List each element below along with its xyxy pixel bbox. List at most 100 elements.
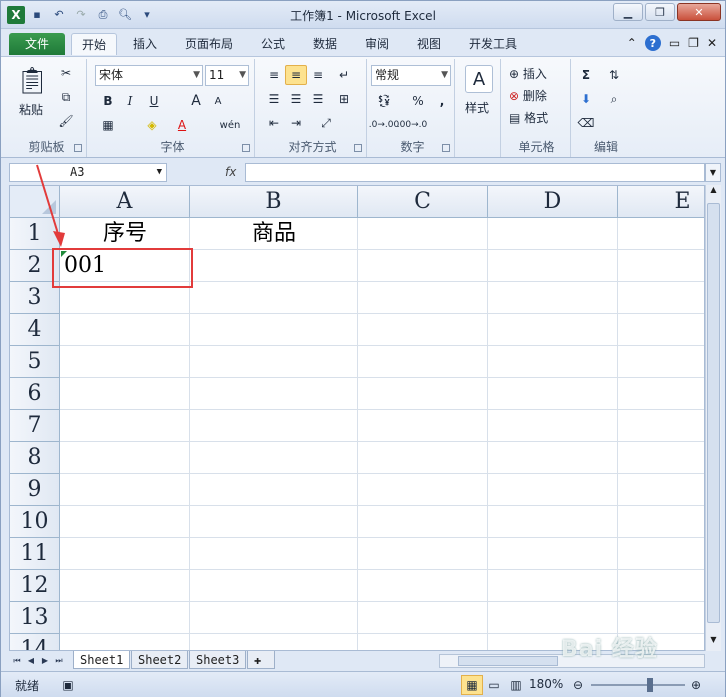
grid-cell[interactable] bbox=[618, 570, 704, 602]
accounting-format-icon[interactable]: 💱︎ bbox=[373, 91, 395, 111]
prev-sheet-icon[interactable]: ◀ bbox=[25, 654, 37, 668]
grid-cell[interactable] bbox=[618, 378, 704, 410]
grid-cell[interactable] bbox=[60, 282, 190, 314]
grid-cell[interactable] bbox=[488, 250, 618, 282]
align-center-icon[interactable]: ☰ bbox=[285, 89, 307, 109]
grid-cell[interactable] bbox=[618, 442, 704, 474]
grid-cell[interactable] bbox=[358, 538, 488, 570]
grid-cell[interactable] bbox=[190, 410, 358, 442]
close-button[interactable]: ✕ bbox=[677, 3, 721, 21]
first-sheet-icon[interactable]: ⏮ bbox=[11, 654, 23, 668]
increase-decimal-icon[interactable]: .0→.00 bbox=[369, 115, 399, 135]
minimize-button[interactable]: ▁ bbox=[613, 3, 643, 21]
alignment-launcher-icon[interactable] bbox=[354, 144, 362, 152]
row-header-6[interactable]: 6 bbox=[10, 378, 60, 410]
grid-cell[interactable] bbox=[60, 346, 190, 378]
copy-icon[interactable]: ⧉ bbox=[55, 87, 77, 107]
grid-cell[interactable] bbox=[358, 602, 488, 634]
row-header-13[interactable]: 13 bbox=[10, 602, 60, 634]
grid-cell[interactable] bbox=[60, 538, 190, 570]
grid-cell[interactable] bbox=[190, 346, 358, 378]
grid-cell[interactable] bbox=[60, 506, 190, 538]
comma-button[interactable]: , bbox=[431, 91, 453, 111]
grid-cell[interactable] bbox=[60, 602, 190, 634]
scroll-thumb[interactable] bbox=[707, 203, 720, 623]
row-header-2[interactable]: 2 bbox=[10, 250, 60, 282]
cell-a2[interactable]: 001 bbox=[60, 250, 190, 282]
number-launcher-icon[interactable] bbox=[442, 144, 450, 152]
format-cells-button[interactable]: ▤ 格式 bbox=[509, 109, 548, 126]
grid-cell[interactable] bbox=[358, 218, 488, 250]
sheet-tab-1[interactable]: Sheet1 bbox=[73, 651, 131, 669]
grid-cell[interactable] bbox=[190, 378, 358, 410]
page-break-view-icon[interactable]: ▥ bbox=[505, 675, 527, 695]
grid-cell[interactable] bbox=[358, 346, 488, 378]
row-header-3[interactable]: 3 bbox=[10, 282, 60, 314]
decrease-indent-icon[interactable]: ⇤ bbox=[263, 113, 285, 133]
orientation-icon[interactable]: ⤢ bbox=[315, 113, 337, 133]
tab-insert[interactable]: 插入 bbox=[123, 33, 167, 55]
percent-button[interactable]: % bbox=[407, 91, 429, 111]
underline-button[interactable]: U bbox=[143, 91, 165, 111]
shrink-font-button[interactable]: A bbox=[207, 91, 229, 111]
scroll-down-icon[interactable]: ▼ bbox=[707, 635, 720, 649]
grid-cell[interactable] bbox=[358, 378, 488, 410]
cut-icon[interactable]: ✂ bbox=[55, 63, 77, 83]
row-header-14[interactable]: 14 bbox=[10, 634, 60, 650]
italic-button[interactable]: I bbox=[119, 91, 141, 111]
clear-icon[interactable]: ⌫ bbox=[575, 113, 597, 133]
increase-indent-icon[interactable]: ⇥ bbox=[285, 113, 307, 133]
last-sheet-icon[interactable]: ⏭ bbox=[53, 654, 65, 668]
grid-cell[interactable] bbox=[488, 474, 618, 506]
column-header-a[interactable]: A bbox=[60, 186, 190, 218]
find-select-icon[interactable]: ⌕ bbox=[603, 89, 625, 109]
tab-file[interactable]: 文件 bbox=[9, 33, 65, 55]
grid-cell[interactable] bbox=[488, 378, 618, 410]
grid-cell[interactable] bbox=[618, 218, 704, 250]
borders-icon[interactable]: ▦ bbox=[97, 115, 119, 135]
column-header-c[interactable]: C bbox=[358, 186, 488, 218]
grid-cell[interactable] bbox=[618, 506, 704, 538]
grid-cell[interactable] bbox=[488, 602, 618, 634]
sort-filter-icon[interactable]: ⇅ bbox=[603, 65, 625, 85]
column-header-d[interactable]: D bbox=[488, 186, 618, 218]
grid-cell[interactable] bbox=[190, 250, 358, 282]
grid-cell[interactable] bbox=[618, 282, 704, 314]
number-format-combo[interactable]: 常规 ▼ bbox=[371, 65, 451, 86]
expand-formula-icon[interactable]: ▼ bbox=[705, 163, 721, 182]
grid-cell[interactable] bbox=[60, 410, 190, 442]
page-layout-view-icon[interactable]: ▭ bbox=[483, 675, 505, 695]
tab-review[interactable]: 审阅 bbox=[355, 33, 399, 55]
row-header-4[interactable]: 4 bbox=[10, 314, 60, 346]
zoom-slider[interactable] bbox=[591, 684, 685, 686]
grid-cell[interactable] bbox=[358, 410, 488, 442]
paste-icon[interactable]: 📋︎ bbox=[15, 63, 49, 99]
row-header-8[interactable]: 8 bbox=[10, 442, 60, 474]
minimize-ribbon-icon[interactable]: ⌃ bbox=[627, 36, 637, 50]
bold-button[interactable]: B bbox=[97, 91, 119, 111]
merge-center-icon[interactable]: ⊞ bbox=[333, 89, 355, 109]
grid-cell[interactable] bbox=[358, 442, 488, 474]
next-sheet-icon[interactable]: ▶ bbox=[39, 654, 51, 668]
grid-cell[interactable] bbox=[488, 538, 618, 570]
sheet-tab-3[interactable]: Sheet3 bbox=[189, 651, 247, 669]
font-size-combo[interactable]: 11 ▼ bbox=[205, 65, 249, 86]
styles-button[interactable]: 样式 bbox=[465, 99, 489, 116]
grid-cell[interactable] bbox=[488, 218, 618, 250]
tab-view[interactable]: 视图 bbox=[407, 33, 451, 55]
grid-cell[interactable] bbox=[190, 442, 358, 474]
grid-cell[interactable] bbox=[618, 474, 704, 506]
hscroll-thumb[interactable] bbox=[458, 656, 558, 666]
format-painter-icon[interactable]: 🖌︎ bbox=[55, 111, 77, 131]
grid-cell[interactable] bbox=[618, 538, 704, 570]
grid-cell[interactable] bbox=[618, 602, 704, 634]
grid-cell[interactable] bbox=[190, 474, 358, 506]
window-restore-icon[interactable]: ❐ bbox=[688, 36, 699, 50]
macro-record-icon[interactable]: ▣ bbox=[57, 675, 79, 695]
grid-cell[interactable] bbox=[60, 314, 190, 346]
align-top-icon[interactable]: ≡ bbox=[263, 65, 285, 85]
grid-cell[interactable] bbox=[358, 314, 488, 346]
vertical-scrollbar[interactable]: ▲ ▼ bbox=[705, 185, 721, 651]
grid-cell[interactable] bbox=[488, 282, 618, 314]
grid-cell[interactable] bbox=[60, 378, 190, 410]
